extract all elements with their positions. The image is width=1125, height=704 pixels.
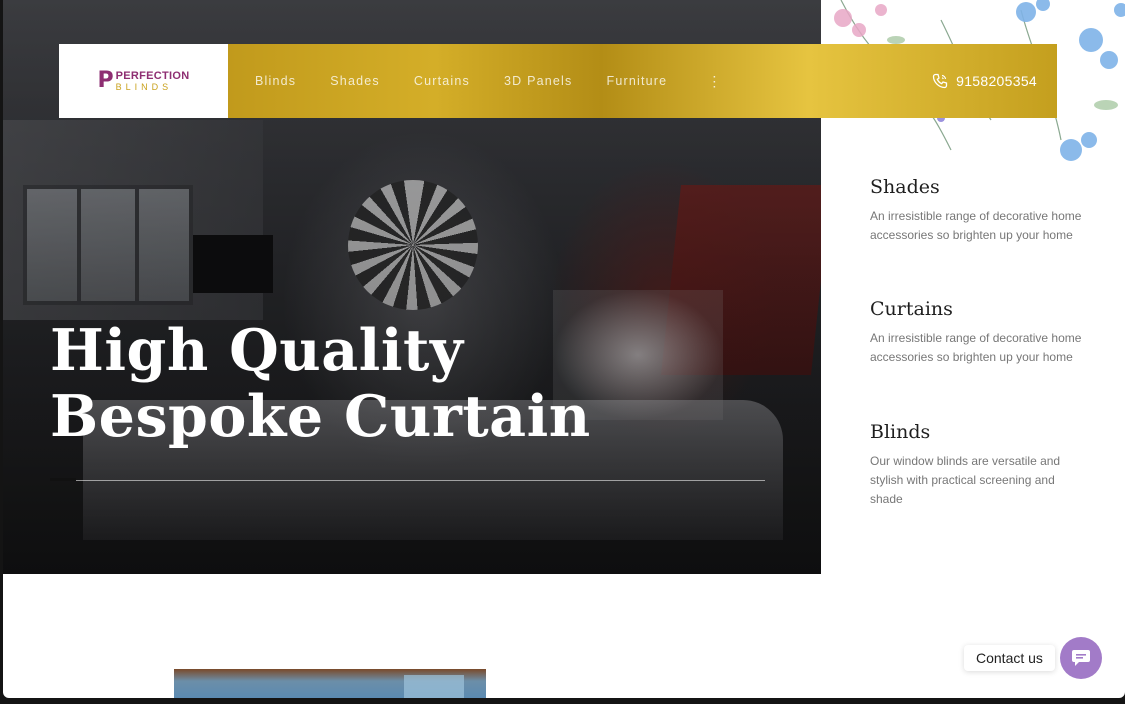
more-vertical-icon[interactable]: ⋮ (707, 73, 721, 90)
phone-link[interactable]: 9158205354 (932, 73, 1037, 89)
nav-item-furniture[interactable]: Furniture (607, 74, 668, 88)
chat-icon (1071, 649, 1091, 667)
hero-divider (50, 480, 765, 481)
feature-curtains: Curtains An irresistible range of decora… (870, 298, 1090, 367)
feature-title: Curtains (870, 298, 953, 320)
section-image-preview (174, 669, 486, 698)
hero-divider-accent (50, 478, 76, 481)
logo-box[interactable]: P PERFECTION BLINDS (59, 44, 228, 118)
logo-line-2: BLINDS (115, 81, 173, 92)
contact-chat-button[interactable] (1060, 637, 1102, 679)
feature-description: Our window blinds are versatile and styl… (870, 454, 1061, 506)
feature-description: An irresistible range of decorative home… (870, 209, 1082, 242)
nav-item-blinds[interactable]: Blinds (255, 74, 296, 88)
nav-item-curtains[interactable]: Curtains (414, 74, 470, 88)
logo-line-1: PERFECTION (115, 69, 190, 82)
phone-icon (932, 73, 948, 89)
feature-description: An irresistible range of decorative home… (870, 331, 1082, 364)
feature-blinds: Blinds Our window blinds are versatile a… (870, 421, 1090, 509)
feature-title: Blinds (870, 421, 931, 443)
logo-mark: P (97, 68, 114, 93)
brand-logo[interactable]: P PERFECTION BLINDS (97, 70, 189, 92)
feature-title: Shades (870, 176, 940, 198)
nav-item-3d-panels[interactable]: 3D Panels (504, 74, 572, 88)
contact-us-label[interactable]: Contact us (964, 645, 1055, 671)
main-nav: Blinds Shades Curtains 3D Panels Furnitu… (228, 44, 1057, 118)
feature-shades: Shades An irresistible range of decorati… (870, 176, 1090, 245)
nav-item-shades[interactable]: Shades (330, 74, 380, 88)
site-header: P PERFECTION BLINDS Blinds Shades Curtai… (59, 44, 1057, 118)
phone-number: 9158205354 (956, 73, 1037, 89)
hero-heading-line-2: Bespoke Curtain (50, 383, 591, 450)
hero-heading: High Quality Bespoke Curtain (50, 318, 670, 450)
logo-wordmark: PERFECTION BLINDS (115, 69, 190, 92)
hero-heading-line-1: High Quality (50, 317, 464, 384)
